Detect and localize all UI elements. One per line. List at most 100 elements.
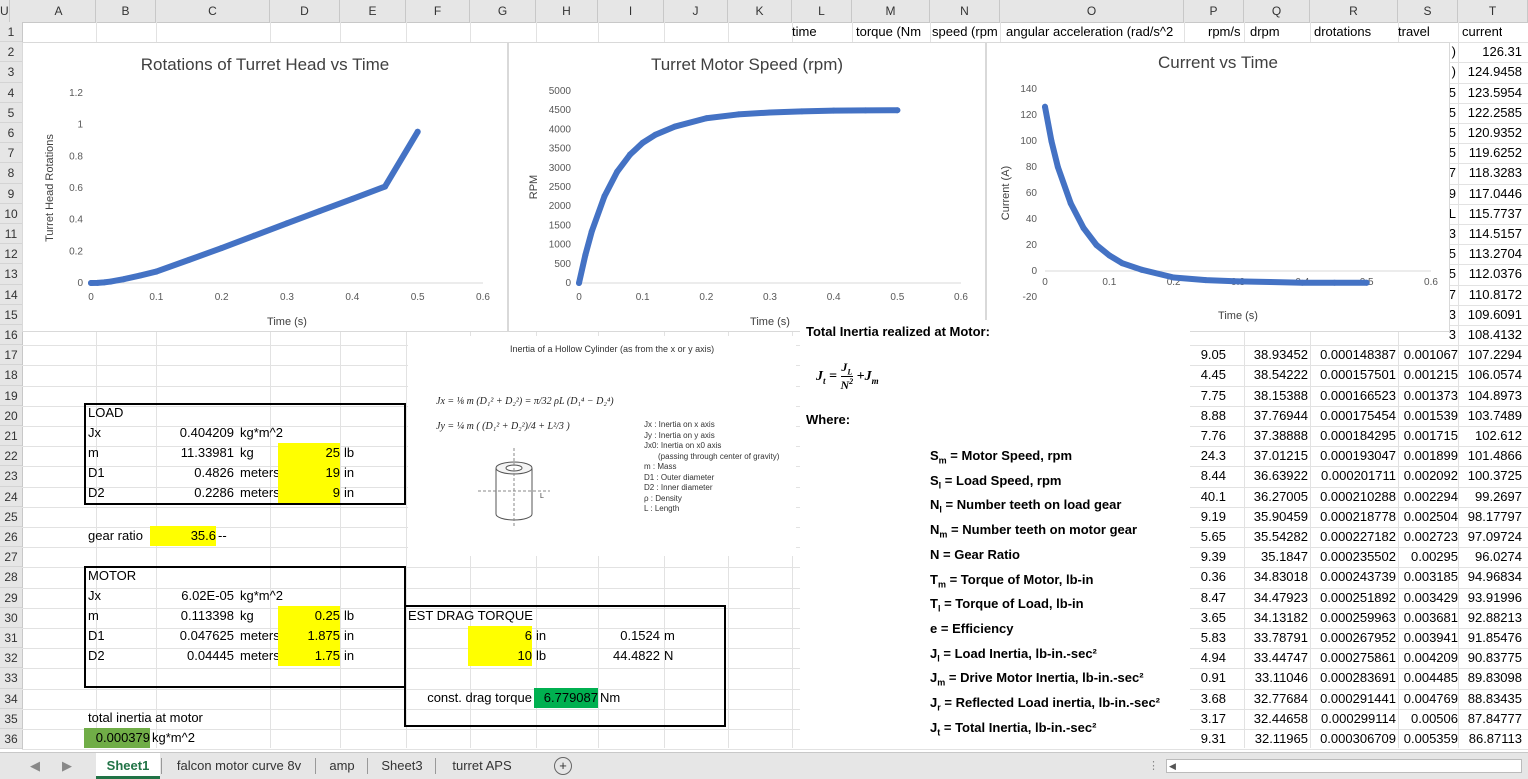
table-cell[interactable]: 94.96834 — [1458, 567, 1522, 587]
table-cell[interactable]: 0.000175454 — [1310, 406, 1396, 426]
header-cell-O[interactable]: speed (rpm — [932, 22, 998, 42]
load-m-value[interactable]: 11.33981 — [150, 443, 234, 463]
table-cell[interactable]: 24.3 — [1192, 446, 1226, 466]
table-cell[interactable]: 103.7489 — [1458, 406, 1522, 426]
total-inertia-value[interactable]: 0.000379 — [84, 728, 150, 748]
current-cell[interactable]: 112.0376 — [1460, 264, 1522, 284]
column-header-H[interactable]: H — [536, 0, 598, 22]
table-cell[interactable]: 87.84777 — [1458, 709, 1522, 729]
row-header-9[interactable]: 9 — [0, 184, 22, 204]
current-cell[interactable]: 126.31 — [1460, 42, 1522, 62]
table-cell[interactable]: 0.000218778 — [1310, 507, 1396, 527]
table-cell[interactable]: 0.000201711 — [1310, 466, 1396, 486]
column-header-G[interactable]: G — [470, 0, 536, 22]
table-cell[interactable]: 9.31 — [1192, 729, 1226, 749]
header-cell-M[interactable]: time — [792, 22, 817, 42]
row-header-2[interactable]: 2 — [0, 42, 22, 63]
scroll-left-icon[interactable]: ◀ — [20, 753, 50, 779]
equations-panel[interactable]: Total Inertia realized at Motor: Jt = JL… — [800, 320, 1190, 748]
chart-motor-speed[interactable]: Turret Motor Speed (rpm) 0 500 1000 1500 200… — [508, 42, 986, 332]
column-header-A[interactable]: A — [22, 0, 96, 22]
load-d2-input[interactable]: 9 — [278, 483, 340, 503]
current-cell[interactable]: 114.5157 — [1460, 224, 1522, 244]
table-cell[interactable]: 91.85476 — [1458, 628, 1522, 648]
table-cell[interactable]: 0.002723 — [1398, 527, 1458, 547]
table-cell[interactable]: 38.93452 — [1226, 345, 1308, 365]
column-header-B[interactable]: B — [96, 0, 156, 22]
table-cell[interactable]: 35.54282 — [1226, 527, 1308, 547]
drag-radius-input[interactable]: 6 — [468, 626, 532, 646]
row-header-29[interactable]: 29 — [0, 588, 22, 608]
column-header-E[interactable]: E — [340, 0, 406, 22]
column-header-Q[interactable]: Q — [1244, 0, 1310, 22]
table-cell[interactable]: 0.005359 — [1398, 729, 1458, 749]
row-header-23[interactable]: 23 — [0, 466, 22, 487]
chart-rotations[interactable]: Rotations of Turret Head vs Time 0 0.2 0.4… — [22, 42, 508, 332]
table-cell[interactable]: 100.3725 — [1458, 466, 1522, 486]
table-cell[interactable]: 92.88213 — [1458, 608, 1522, 628]
motor-d1-input[interactable]: 1.875 — [278, 626, 340, 646]
table-cell[interactable]: 33.44747 — [1226, 648, 1308, 668]
table-cell[interactable]: 0.000243739 — [1310, 567, 1396, 587]
table-cell[interactable]: 89.83098 — [1458, 668, 1522, 688]
column-header-P[interactable]: P — [1184, 0, 1244, 22]
current-cell[interactable]: 122.2585 — [1460, 103, 1522, 123]
column-header-U[interactable]: U — [0, 0, 10, 22]
table-cell[interactable]: 35.1847 — [1226, 547, 1308, 567]
row-header-22[interactable]: 22 — [0, 446, 22, 467]
load-d1-input[interactable]: 19 — [278, 463, 340, 483]
table-cell[interactable]: 37.01215 — [1226, 446, 1308, 466]
motor-jx-value[interactable]: 6.02E-05 — [150, 586, 234, 606]
row-header-33[interactable]: 33 — [0, 668, 22, 689]
current-cell[interactable]: 118.3283 — [1460, 163, 1522, 183]
header-cell-P[interactable]: angular acceleration (rad/s^2 — [1006, 22, 1173, 42]
column-header-S[interactable]: S — [1398, 0, 1458, 22]
row-header-28[interactable]: 28 — [0, 567, 22, 588]
table-cell[interactable]: 35.90459 — [1226, 507, 1308, 527]
header-cell-N[interactable]: torque (Nm — [856, 22, 921, 42]
table-cell[interactable]: 36.27005 — [1226, 487, 1308, 507]
table-cell[interactable]: 86.87113 — [1458, 729, 1522, 749]
row-header-20[interactable]: 20 — [0, 406, 22, 426]
table-cell[interactable]: 34.83018 — [1226, 567, 1308, 587]
table-cell[interactable]: 40.1 — [1192, 487, 1226, 507]
sheet-tab-sheet3[interactable]: Sheet3 — [370, 753, 434, 779]
current-cell[interactable]: 124.9458 — [1460, 62, 1522, 82]
table-cell[interactable]: 0.002504 — [1398, 507, 1458, 527]
table-cell[interactable]: 37.38888 — [1226, 426, 1308, 446]
table-cell[interactable]: 0.00506 — [1398, 709, 1458, 729]
gear-ratio-input[interactable]: 35.6 — [150, 526, 216, 546]
table-cell[interactable]: 0.000210288 — [1310, 487, 1396, 507]
row-header-21[interactable]: 21 — [0, 426, 22, 447]
row-header-17[interactable]: 17 — [0, 345, 22, 366]
current-cell[interactable]: 113.2704 — [1460, 244, 1522, 264]
table-cell[interactable]: 38.54222 — [1226, 365, 1308, 385]
column-header-F[interactable]: F — [406, 0, 470, 22]
row-header-19[interactable]: 19 — [0, 386, 22, 406]
row-header-16[interactable]: 16 — [0, 325, 22, 346]
sheet-tab-falcon-motor-curve-8v[interactable]: falcon motor curve 8v — [164, 753, 314, 779]
current-cell[interactable]: 119.6252 — [1460, 143, 1522, 163]
row-header-11[interactable]: 11 — [0, 224, 22, 245]
table-cell[interactable]: 0.000157501 — [1310, 365, 1396, 385]
table-cell[interactable]: 0.36 — [1192, 567, 1226, 587]
header-cell-T[interactable]: travel — [1398, 22, 1430, 42]
row-header-32[interactable]: 32 — [0, 648, 22, 669]
load-d2-value[interactable]: 0.2286 — [150, 483, 234, 503]
table-cell[interactable]: 32.77684 — [1226, 689, 1308, 709]
row-header-27[interactable]: 27 — [0, 547, 22, 568]
table-cell[interactable]: 8.88 — [1192, 406, 1226, 426]
column-header-R[interactable]: R — [1310, 0, 1398, 22]
row-header-35[interactable]: 35 — [0, 709, 22, 729]
const-drag-value[interactable]: 6.779087 — [534, 688, 598, 708]
header-cell-U[interactable]: current — [1462, 22, 1502, 42]
table-cell[interactable]: 0.000299114 — [1310, 709, 1396, 729]
horizontal-scrollbar[interactable]: ◀ — [1166, 759, 1522, 773]
table-cell[interactable]: 0.001539 — [1398, 406, 1458, 426]
table-cell[interactable]: 0.001067 — [1398, 345, 1458, 365]
table-cell[interactable]: 4.94 — [1192, 648, 1226, 668]
chart-current[interactable]: Current vs Time -20 0 20 40 60 80 100 120 140 0 0.… — [986, 42, 1450, 332]
column-header-K[interactable]: K — [728, 0, 792, 22]
table-cell[interactable]: 0.003429 — [1398, 588, 1458, 608]
table-cell[interactable]: 3.17 — [1192, 709, 1226, 729]
